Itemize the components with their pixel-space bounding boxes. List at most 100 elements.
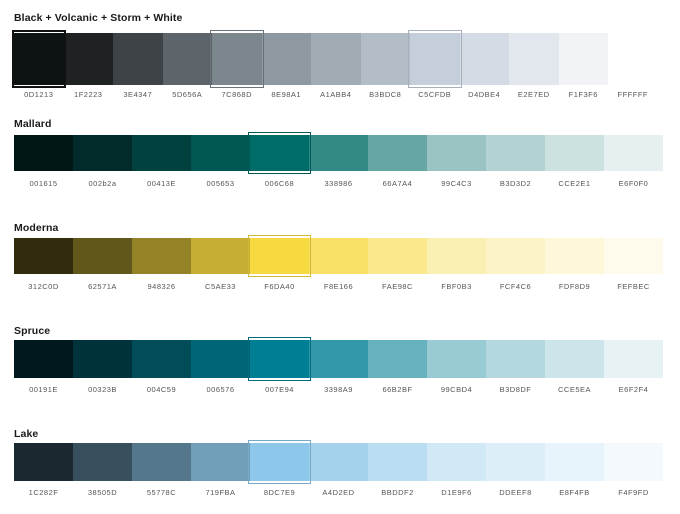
swatch-color — [427, 340, 486, 378]
swatch-hex-label: 00191E — [29, 385, 58, 394]
swatch[interactable]: 338986 — [309, 135, 368, 189]
swatch[interactable]: B3D3D2 — [486, 135, 545, 189]
swatch[interactable]: 3E4347 — [113, 33, 163, 100]
swatch-color — [545, 443, 604, 481]
swatch-color — [191, 238, 250, 274]
swatch-color — [368, 238, 427, 274]
swatch[interactable]: A4D2ED — [309, 443, 368, 498]
swatch[interactable]: F1F3F6 — [558, 33, 608, 100]
swatch-color — [14, 443, 73, 481]
swatch-highlight-frame — [248, 235, 311, 277]
swatch-color — [191, 340, 250, 378]
swatch[interactable]: 1F2223 — [63, 33, 113, 100]
swatch[interactable]: 00413E — [132, 135, 191, 189]
swatch[interactable]: 719FBA — [191, 443, 250, 498]
swatch-color — [486, 340, 545, 378]
swatch[interactable]: D4DBE4 — [459, 33, 509, 100]
swatch[interactable]: 312C0D — [14, 238, 73, 292]
swatch-color — [486, 135, 545, 171]
swatch[interactable]: F8E166 — [309, 238, 368, 292]
swatch-highlight-frame — [12, 30, 66, 88]
swatch[interactable]: BBDDF2 — [368, 443, 427, 498]
swatch-color — [604, 135, 663, 171]
swatch[interactable]: 00191E — [14, 340, 73, 395]
palette-title: Moderna — [14, 222, 59, 234]
swatch-hex-label: 00413E — [147, 179, 176, 188]
swatch[interactable]: 00323B — [73, 340, 132, 395]
swatch[interactable]: DDEEF8 — [486, 443, 545, 498]
swatch[interactable]: FAE98C — [368, 238, 427, 292]
swatch-color — [309, 238, 368, 274]
swatch-color — [486, 238, 545, 274]
swatch[interactable]: 99CBD4 — [427, 340, 486, 395]
swatch[interactable]: FBF0B3 — [427, 238, 486, 292]
swatch[interactable]: FEFBEC — [604, 238, 663, 292]
swatch[interactable]: 5D656A — [162, 33, 212, 100]
swatch-hex-label: 719FBA — [205, 488, 236, 497]
swatch-color — [545, 238, 604, 274]
palette-title: Mallard — [14, 118, 52, 130]
swatch[interactable]: 38505D — [73, 443, 132, 498]
swatch-hex-label: 62571A — [88, 282, 117, 291]
swatch-hex-label: BBDDF2 — [381, 488, 414, 497]
swatch-color — [113, 33, 163, 85]
swatch-hex-label: 66A7A4 — [382, 179, 413, 188]
swatch[interactable]: D1E9F6 — [427, 443, 486, 498]
swatch-hex-label: 1F2223 — [74, 90, 103, 99]
swatch[interactable]: 66B2BF — [368, 340, 427, 395]
swatch[interactable]: E8F4FB — [545, 443, 604, 498]
swatch[interactable]: 55778C — [132, 443, 191, 498]
swatch-color — [261, 33, 311, 85]
swatch[interactable]: 62571A — [73, 238, 132, 292]
swatch[interactable]: 3398A9 — [309, 340, 368, 395]
swatch[interactable]: E6F0F0 — [604, 135, 663, 189]
swatch-hex-label: A4D2ED — [322, 488, 355, 497]
swatch-hex-label: 99C4C3 — [441, 179, 472, 188]
swatch[interactable]: 001615 — [14, 135, 73, 189]
swatch-hex-label: D1E9F6 — [441, 488, 472, 497]
swatch[interactable]: 8E98A1 — [261, 33, 311, 100]
swatch-color — [427, 135, 486, 171]
swatch-color — [73, 238, 132, 274]
swatch[interactable]: 002b2a — [73, 135, 132, 189]
swatch-color — [604, 443, 663, 481]
swatch-color — [132, 443, 191, 481]
swatch[interactable]: FCF4C6 — [486, 238, 545, 292]
swatch-color — [459, 33, 509, 85]
swatch[interactable]: 1C282F — [14, 443, 73, 498]
swatch[interactable]: 948326 — [132, 238, 191, 292]
swatch-hex-label: B3D3D2 — [499, 179, 532, 188]
swatch-hex-label: FAE98C — [382, 282, 413, 291]
swatch[interactable]: E2E7ED — [509, 33, 559, 100]
swatch[interactable]: 005653 — [191, 135, 250, 189]
swatch-color — [14, 135, 73, 171]
swatch-color — [427, 238, 486, 274]
swatch-hex-label: 8DC7E9 — [263, 488, 296, 497]
swatch[interactable]: 006576 — [191, 340, 250, 395]
swatch[interactable]: B3D8DF — [486, 340, 545, 395]
swatch-highlight-frame — [248, 337, 311, 381]
swatch[interactable]: B3BDC8 — [360, 33, 410, 100]
swatch[interactable]: F4F9FD — [604, 443, 663, 498]
swatch[interactable]: CCE5EA — [545, 340, 604, 395]
swatch[interactable]: A1ABB4 — [311, 33, 361, 100]
palette-title: Lake — [14, 428, 39, 440]
swatch-hex-label: 5D656A — [172, 90, 203, 99]
swatch[interactable]: FFFFFF — [608, 33, 658, 100]
swatch-hex-label: 004C59 — [146, 385, 177, 394]
swatch-color — [132, 135, 191, 171]
swatch[interactable]: CCE2E1 — [545, 135, 604, 189]
swatch-color — [14, 340, 73, 378]
swatch-color — [63, 33, 113, 85]
swatch-color — [162, 33, 212, 85]
swatch-hex-label: E2E7ED — [517, 90, 550, 99]
swatch-hex-label: 00323B — [88, 385, 117, 394]
swatch-hex-label: C5AE33 — [205, 282, 236, 291]
swatch[interactable]: 99C4C3 — [427, 135, 486, 189]
swatch-color — [14, 238, 73, 274]
swatch[interactable]: E6F2F4 — [604, 340, 663, 395]
swatch[interactable]: FDF8D9 — [545, 238, 604, 292]
swatch[interactable]: 66A7A4 — [368, 135, 427, 189]
swatch[interactable]: C5AE33 — [191, 238, 250, 292]
swatch[interactable]: 004C59 — [132, 340, 191, 395]
